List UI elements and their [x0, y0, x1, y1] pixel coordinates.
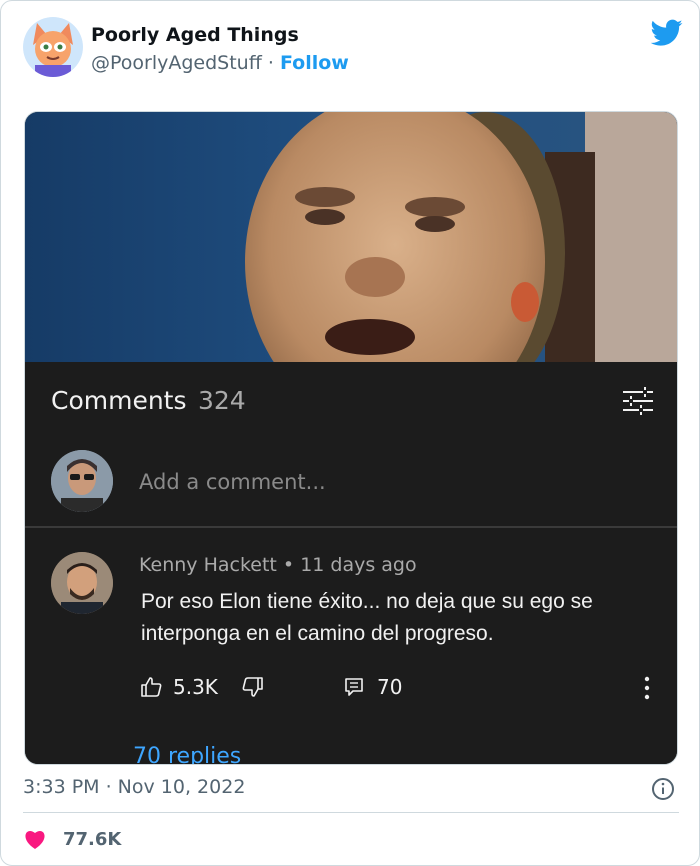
more-vertical-icon[interactable] — [635, 674, 659, 702]
like-count: 5.3K — [173, 675, 218, 699]
reply-button[interactable]: 70 — [343, 672, 402, 702]
comment-author[interactable]: Kenny Hackett — [139, 554, 277, 576]
comment-text: Por eso Elon tiene éxito... no deja que … — [141, 590, 593, 645]
tweet-media-screenshot[interactable]: Comments 324 Add a comment... Kenny Hack… — [24, 111, 678, 765]
dislike-button[interactable] — [241, 672, 265, 702]
info-icon[interactable] — [651, 777, 675, 801]
meta-dot: • — [282, 554, 295, 576]
thumbs-up-icon — [141, 677, 162, 697]
add-comment-input[interactable]: Add a comment... — [139, 470, 326, 494]
youtube-comments-panel: Comments 324 Add a comment... Kenny Hack… — [25, 362, 677, 764]
follow-button[interactable]: Follow — [280, 52, 349, 74]
video-frame-photo — [25, 112, 677, 362]
handle-separator: · — [267, 52, 274, 74]
thumbs-down-icon — [242, 677, 263, 697]
author-handle[interactable]: @PoorlyAgedStuff — [91, 52, 262, 74]
reply-count: 70 — [377, 675, 403, 699]
handle-row: @PoorlyAgedStuff · Follow — [91, 52, 349, 74]
heart-icon — [25, 831, 45, 849]
commenter-avatar[interactable] — [51, 552, 113, 614]
comments-title: Comments — [51, 386, 187, 415]
twitter-bird-icon[interactable] — [651, 19, 683, 47]
current-user-avatar[interactable] — [51, 450, 113, 512]
author-avatar[interactable] — [23, 17, 83, 77]
tweet-header: Poorly Aged Things @PoorlyAgedStuff · Fo… — [23, 17, 683, 81]
footer-divider — [23, 812, 679, 813]
author-name[interactable]: Poorly Aged Things — [91, 24, 299, 46]
like-action[interactable]: 77.6K — [23, 827, 121, 851]
comment-actions: 5.3K 70 — [139, 672, 659, 702]
view-replies-link[interactable]: 70 replies — [133, 744, 241, 764]
comment-meta: Kenny Hackett • 11 days ago — [139, 554, 417, 576]
tweet-timestamp[interactable]: 3:33 PM · Nov 10, 2022 — [23, 776, 245, 798]
divider — [25, 526, 677, 528]
like-button[interactable]: 5.3K — [139, 672, 218, 702]
tweet-card: Poorly Aged Things @PoorlyAgedStuff · Fo… — [0, 0, 700, 866]
comments-count: 324 — [198, 386, 246, 415]
likes-count: 77.6K — [63, 828, 122, 850]
reply-icon — [345, 678, 363, 696]
comment-age: 11 days ago — [300, 554, 417, 576]
filter-sliders-icon[interactable] — [621, 386, 655, 416]
